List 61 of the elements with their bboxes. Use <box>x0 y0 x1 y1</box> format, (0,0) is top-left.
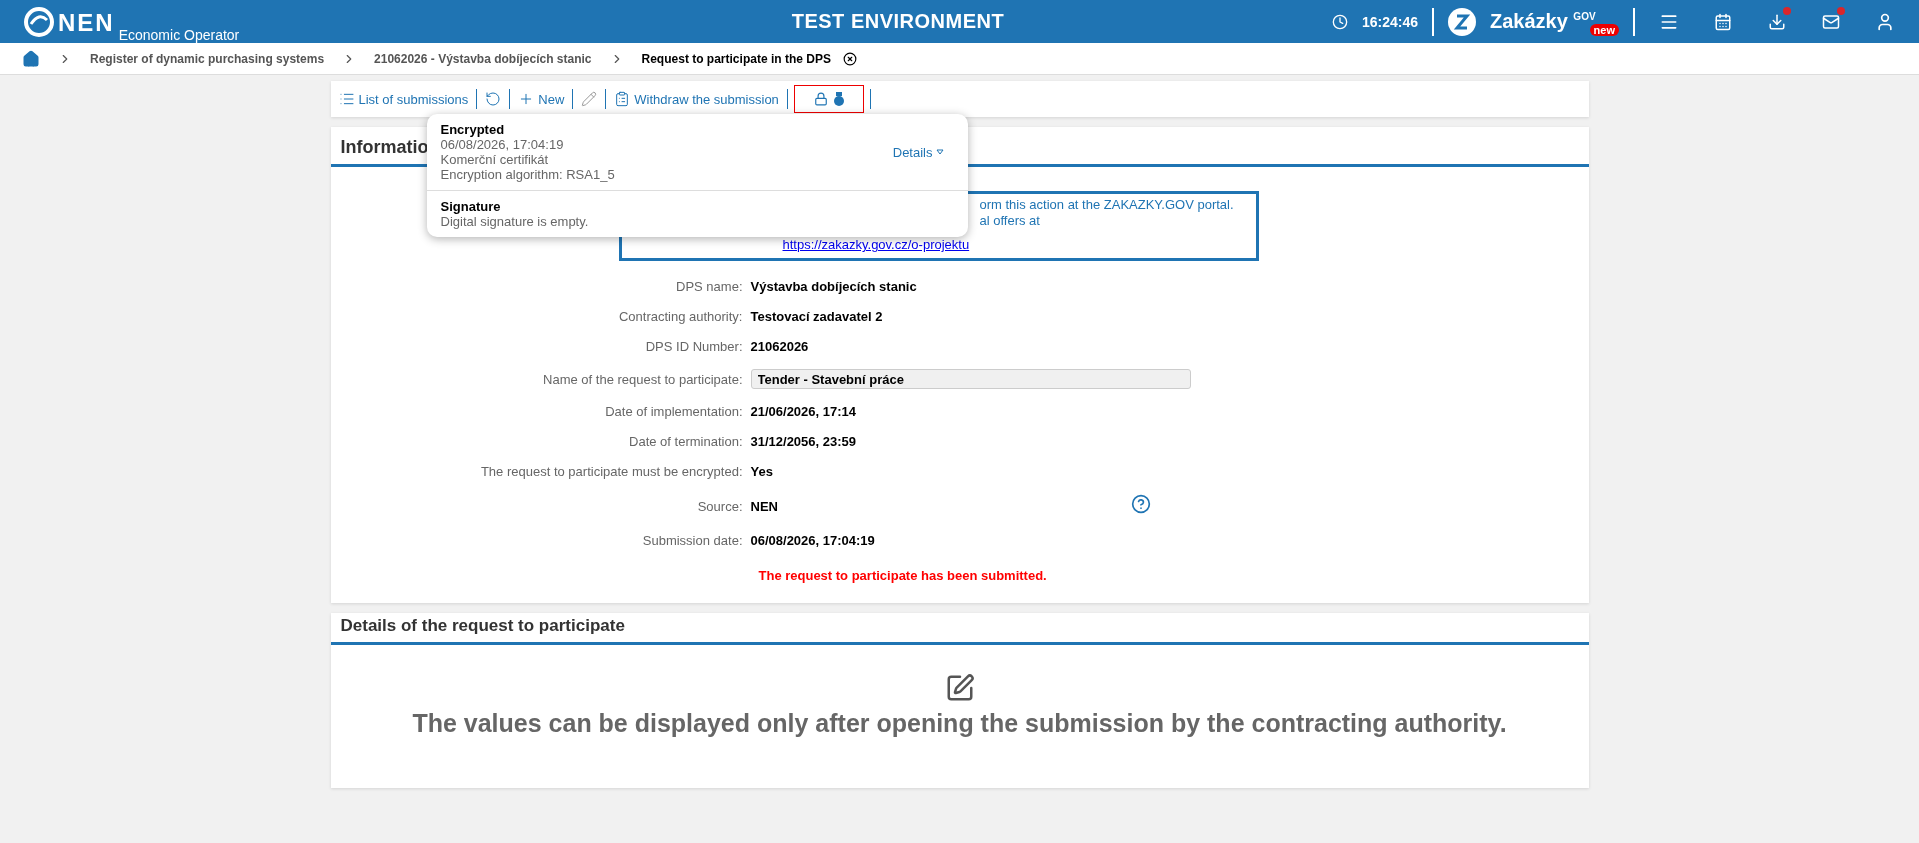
mail-icon[interactable] <box>1822 12 1840 31</box>
details-link[interactable]: Details <box>892 144 944 160</box>
portal-link[interactable]: https://zakazky.gov.cz/o-projektu <box>782 237 970 253</box>
section-title: Informatio <box>340 137 429 158</box>
popup-section-title: Encrypted <box>440 122 506 137</box>
breadcrumb-link[interactable]: Register of dynamic purchasing systems <box>90 51 325 66</box>
notice-text: al offers at <box>979 213 1040 228</box>
field-value: Výstavba dobíjecích stanic <box>750 279 918 294</box>
notice-text: orm this action at the ZAKAZKY.GOV portal. <box>979 197 1234 212</box>
new-badge: new <box>1589 23 1619 36</box>
download-icon[interactable] <box>1768 12 1786 31</box>
empty-message: The values can be displayed only after opening the submission by the contracting authority. <box>412 709 1507 738</box>
user-icon[interactable] <box>1875 11 1895 32</box>
calendar-icon[interactable] <box>1714 12 1732 31</box>
section-title: Details of the request to participate <box>340 616 625 636</box>
portal-subtitle: Economic Operator <box>118 26 240 43</box>
pencil-icon <box>581 91 598 107</box>
lock-icon <box>813 92 828 106</box>
refresh-icon <box>485 91 502 107</box>
logo-icon <box>24 6 54 37</box>
popup-detail-text: Digital signature is empty. <box>440 214 589 229</box>
field-value: Testovací zadavatel 2 <box>750 309 884 324</box>
field-label: Contracting authority: <box>617 309 744 324</box>
field-label: DPS name: <box>675 279 744 294</box>
zakazky-logo-icon[interactable] <box>1447 7 1476 36</box>
breadcrumb-link[interactable]: 21062026 - Výstavba dobíjecích stanic <box>374 51 592 66</box>
clipboard-icon <box>614 91 631 107</box>
security-status-box[interactable] <box>793 85 864 113</box>
field-label: DPS ID Number: <box>644 339 744 354</box>
new-button[interactable]: New <box>516 91 567 107</box>
field-label: Submission date: <box>641 533 744 548</box>
field-value: Yes <box>750 464 774 479</box>
request-name-field[interactable]: Tender - Stavební práce <box>750 369 1191 389</box>
close-icon[interactable] <box>842 51 857 66</box>
field-label: Name of the request to participate: <box>542 371 744 387</box>
help-icon[interactable] <box>1130 494 1151 514</box>
logo-text: NEN <box>58 8 115 37</box>
list-icon <box>338 91 355 107</box>
field-value: 31/12/2056, 23:59 <box>750 434 858 449</box>
list-button[interactable]: List of submissions <box>336 91 471 107</box>
field-value: 21062026 <box>750 339 810 354</box>
field-value: 06/08/2026, 17:04:19 <box>750 533 876 548</box>
popup-section-title: Signature <box>440 199 502 214</box>
field-label: Date of termination: <box>628 434 744 449</box>
status-message: The request to participate has been submitted. <box>758 568 1048 583</box>
field-label: The request to participate must be encrypted: <box>479 464 744 479</box>
clock-icon <box>1331 13 1348 30</box>
field-label: Date of implementation: <box>604 404 744 419</box>
home-icon[interactable] <box>22 49 40 68</box>
withdraw-button[interactable]: Withdraw the submission <box>612 91 781 107</box>
field-value: 21/06/2026, 17:14 <box>750 404 858 419</box>
popup-detail-text: Komerční certifikát <box>440 152 550 167</box>
clock-time: 16:24:46 <box>1361 13 1418 30</box>
field-label: Source: <box>696 498 744 514</box>
caret-icon <box>935 149 944 155</box>
popup-detail-text: 06/08/2026, 17:04:19 <box>440 137 565 152</box>
breadcrumb-link[interactable]: Request to participate in the DPS <box>641 51 831 66</box>
popup-detail-text: Encryption algorithm: RSA1_5 <box>440 167 615 182</box>
environment-title: TEST ENVIRONMENT <box>790 10 1006 33</box>
seal-icon <box>833 92 844 106</box>
field-value: NEN <box>750 498 779 514</box>
